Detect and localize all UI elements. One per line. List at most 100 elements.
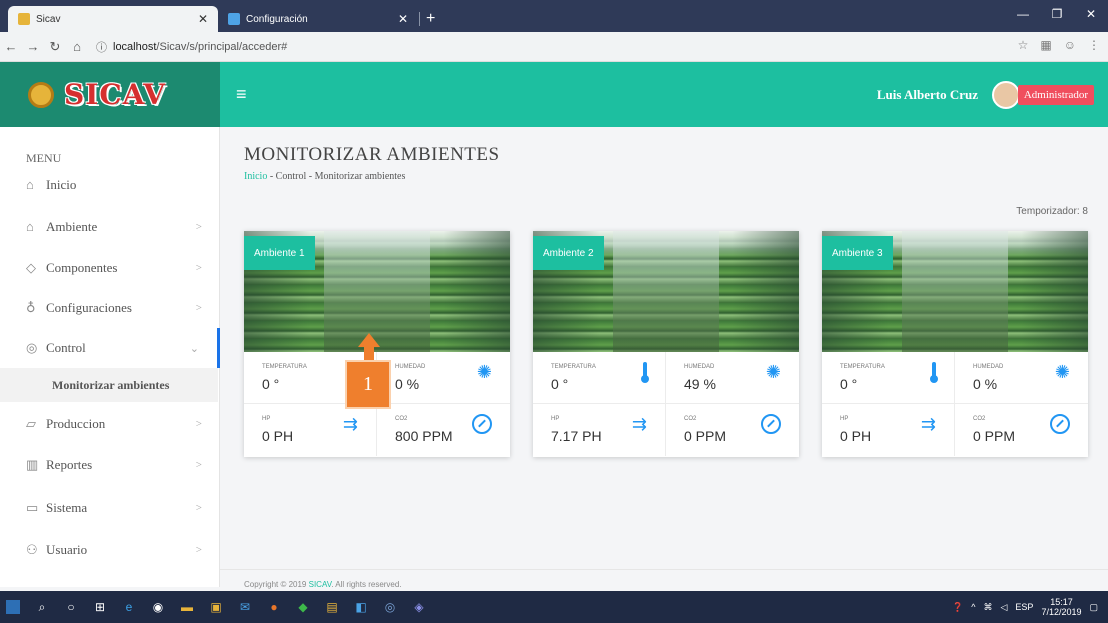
annotation-marker: 1 (347, 362, 389, 407)
sidebar-item-produccion[interactable]: ▱ Produccion > (0, 404, 220, 444)
browser-tab-sicav[interactable]: Sicav ✕ (8, 6, 218, 32)
profile-icon[interactable]: ☺ (1064, 38, 1076, 52)
help-icon[interactable]: ❓ (952, 602, 963, 613)
ambiente-card[interactable]: Ambiente 3 TEMPERATURA 0 ° HUMEDAD 0 % ✺… (822, 231, 1088, 457)
url-field[interactable]: ⓘ localhost /Sicav/s/principal/acceder# (96, 39, 287, 55)
browser-tab-configuracion[interactable]: Configuración ✕ (218, 6, 420, 32)
network-icon[interactable]: ⌘ (984, 602, 993, 613)
sidebar-item-componentes[interactable]: ◇ Componentes > (0, 248, 220, 288)
sidebar-item-sistema[interactable]: ▭ Sistema > (0, 488, 220, 528)
app-icon[interactable]: ◈ (406, 597, 432, 617)
timer-label: Temporizador: 8 (1016, 206, 1088, 217)
reload-icon[interactable]: ↻ (44, 39, 66, 55)
temperature-value: 0 ° (840, 376, 858, 392)
ambiente-card[interactable]: Ambiente 2 TEMPERATURA 0 ° HUMEDAD 49 % … (533, 231, 799, 457)
chevron-right-icon: > (195, 502, 202, 514)
close-tab-icon[interactable]: ✕ (198, 12, 208, 26)
minimize-icon[interactable]: — (1006, 0, 1040, 28)
search-icon[interactable]: ⌕ (29, 597, 55, 617)
edge-icon[interactable]: e (116, 597, 142, 617)
ph-value: 7.17 PH (551, 428, 602, 444)
thermometer-icon (930, 362, 938, 383)
cortana-icon[interactable]: ○ (58, 597, 84, 617)
chevron-right-icon: > (195, 544, 202, 556)
top-header: ≡ Luis Alberto Cruz Administrador (220, 62, 1108, 127)
flow-icon: ⇉ (631, 414, 647, 434)
mail-icon[interactable]: ✉ (232, 597, 258, 617)
share-icon: ♁ (26, 300, 36, 315)
app-icon[interactable]: ▣ (203, 597, 229, 617)
co2-cell: CO2 0 PPM (955, 404, 1088, 456)
user-name[interactable]: Luis Alberto Cruz (877, 87, 978, 103)
sidebar-item-label: Produccion (46, 416, 106, 431)
chevron-right-icon: > (195, 418, 202, 430)
sidebar-item-inicio[interactable]: ⌂ Inicio (0, 165, 220, 205)
kebab-menu-icon[interactable]: ⋮ (1088, 38, 1100, 52)
volume-icon[interactable]: ◁ (1001, 602, 1008, 613)
hamburger-menu-icon[interactable]: ≡ (236, 84, 247, 105)
ph-cell: HP 0 PH ⇉ (822, 404, 955, 456)
avatar[interactable] (992, 80, 1020, 109)
task-view-icon[interactable]: ⊞ (87, 597, 113, 617)
chevron-down-icon: ⌄ (189, 342, 199, 355)
star-icon[interactable]: ☆ (1018, 38, 1029, 52)
control-icon: ◎ (26, 340, 38, 355)
breadcrumb-home-link[interactable]: Inicio (244, 171, 267, 182)
co2-cell: CO2 800 PPM (377, 404, 510, 456)
role-badge: Administrador (1017, 84, 1094, 105)
file-explorer-icon[interactable]: ▬ (174, 597, 200, 617)
app-icon[interactable]: ▤ (319, 597, 345, 617)
extension-icon[interactable]: ▦ (1040, 38, 1051, 52)
breadcrumb-control: Control (275, 171, 307, 182)
ambiente-name: Ambiente 3 (822, 236, 893, 270)
puzzle-icon: ◇ (26, 260, 36, 275)
humidity-value: 49 % (684, 376, 716, 392)
restore-icon[interactable]: ❐ (1040, 0, 1074, 28)
chrome-icon[interactable]: ◉ (145, 597, 171, 617)
ph-value: 0 PH (840, 428, 872, 444)
bank-icon: ⌂ (26, 219, 34, 234)
back-icon[interactable]: ← (0, 39, 22, 54)
breadcrumb-current: Monitorizar ambientes (314, 171, 406, 182)
clock[interactable]: 15:17 7/12/2019 (1041, 597, 1081, 617)
close-window-icon[interactable]: ✕ (1074, 0, 1108, 28)
co2-cell: CO2 0 PPM (666, 404, 799, 456)
app-icon[interactable]: ◆ (290, 597, 316, 617)
sidebar-item-label: Control (46, 340, 86, 355)
footer-brand-link[interactable]: SICAV (309, 580, 332, 589)
chevron-right-icon: > (195, 221, 202, 233)
ph-cell: HP 7.17 PH ⇉ (533, 404, 666, 456)
windows-start-icon[interactable] (6, 600, 20, 614)
humidity-value: 0 % (395, 376, 420, 392)
close-tab-icon[interactable]: ✕ (398, 12, 408, 26)
forward-icon[interactable]: → (22, 39, 44, 54)
temperature-cell: TEMPERATURA 0 ° (822, 352, 955, 404)
sidebar-item-usuario[interactable]: ⚇ Usuario > (0, 530, 220, 570)
co2-value: 800 PPM (395, 428, 453, 444)
sidebar-item-configuraciones[interactable]: ♁ Configuraciones > (0, 288, 220, 328)
sidebar-item-label: Sistema (46, 500, 88, 515)
sidebar-item-control[interactable]: ◎ Control ⌄ (0, 328, 220, 368)
humidity-icon: ✺ (476, 362, 492, 382)
home-icon[interactable]: ⌂ (66, 39, 88, 54)
new-tab-button[interactable]: + (426, 10, 435, 28)
breadcrumb: Inicio - Control - Monitorizar ambientes (244, 171, 406, 182)
sicav-favicon-icon (18, 13, 30, 25)
brand-logo[interactable]: SICAV (0, 62, 220, 127)
ph-value: 0 PH (262, 428, 294, 444)
app-icon[interactable]: ◧ (348, 597, 374, 617)
sidebar-item-reportes[interactable]: ▥ Reportes > (0, 445, 220, 485)
language-indicator[interactable]: ESP (1015, 602, 1033, 612)
humidity-icon: ✺ (765, 362, 781, 382)
firefox-icon[interactable]: ● (261, 597, 287, 617)
notifications-icon[interactable]: ▢ (1089, 602, 1098, 613)
chevron-up-icon[interactable]: ^ (971, 602, 975, 612)
url-path: /Sicav/s/principal/acceder# (156, 40, 288, 53)
app-icon[interactable]: ◎ (377, 597, 403, 617)
gauge-icon (1050, 414, 1070, 434)
logo-icon (28, 81, 54, 108)
humidity-cell: HUMEDAD 49 % ✺ (666, 352, 799, 404)
sidebar-subitem-monitorizar[interactable]: Monitorizar ambientes (0, 368, 218, 402)
folder-icon: ▱ (26, 416, 36, 431)
sidebar-item-ambiente[interactable]: ⌂ Ambiente > (0, 207, 220, 247)
